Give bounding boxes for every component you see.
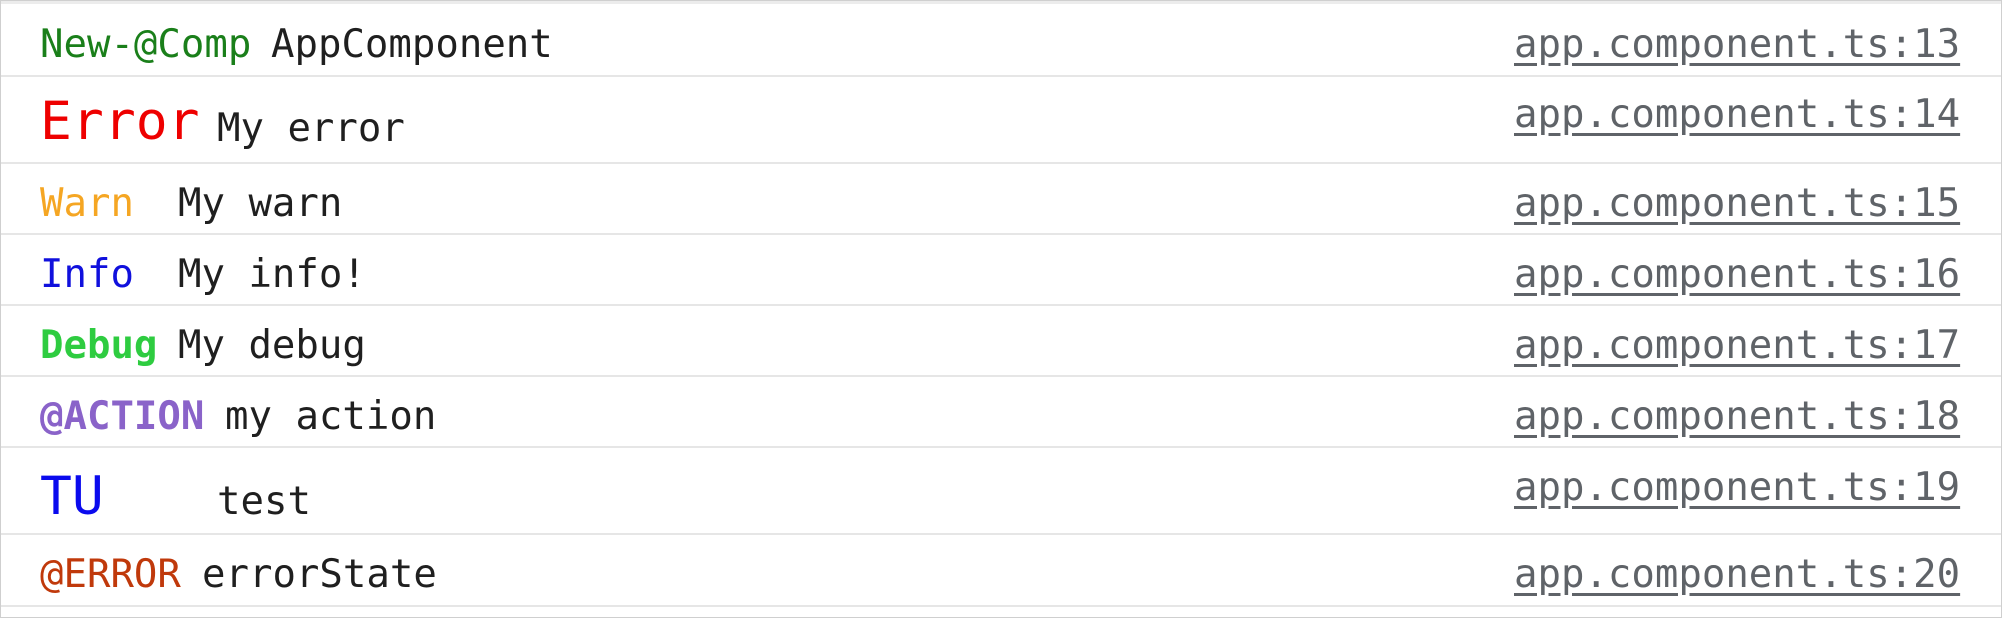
console-entry: Warn My warn app.component.ts:15 (1, 164, 2001, 235)
console-entry: Debug My debug app.component.ts:17 (1, 306, 2001, 377)
source-link[interactable]: app.component.ts:18 (1514, 397, 1960, 436)
console-panel: New-@Comp AppComponent app.component.ts:… (0, 0, 2002, 618)
source-link[interactable]: app.component.ts:19 (1514, 468, 1960, 507)
source-link[interactable]: app.component.ts:17 (1514, 326, 1960, 365)
console-entry: TU test app.component.ts:19 (1, 448, 2001, 535)
log-message: errorState (202, 552, 437, 597)
log-message: my action (225, 394, 437, 439)
log-label: @ERROR (40, 552, 181, 597)
log-message: test (217, 479, 311, 524)
log-message: AppComponent (271, 22, 553, 67)
log-label: @ACTION (40, 394, 205, 439)
source-link[interactable]: app.component.ts:15 (1514, 184, 1960, 223)
log-label: TU (40, 466, 104, 527)
log-message: My error (217, 106, 405, 151)
console-entry: Error My error app.component.ts:14 (1, 77, 2001, 164)
log-label: New-@Comp (40, 22, 252, 67)
log-message: My debug (178, 323, 366, 368)
console-entry: New-@Comp AppComponent app.component.ts:… (1, 4, 2001, 77)
console-entry: Info My info! app.component.ts:16 (1, 235, 2001, 306)
source-link[interactable]: app.component.ts:16 (1514, 255, 1960, 294)
log-label: Error (40, 91, 200, 152)
log-label: Warn (40, 181, 134, 226)
source-link[interactable]: app.component.ts:13 (1514, 25, 1960, 64)
log-message: My info! (178, 252, 366, 297)
log-label: Debug (40, 323, 158, 368)
console-entry: @ACTION my action app.component.ts:18 (1, 377, 2001, 448)
log-message: My warn (178, 181, 343, 226)
source-link[interactable]: app.component.ts:14 (1514, 95, 1960, 134)
source-link[interactable]: app.component.ts:20 (1514, 555, 1960, 594)
log-label: Info (40, 252, 134, 297)
console-entry: @ERROR errorState app.component.ts:20 (1, 535, 2001, 607)
